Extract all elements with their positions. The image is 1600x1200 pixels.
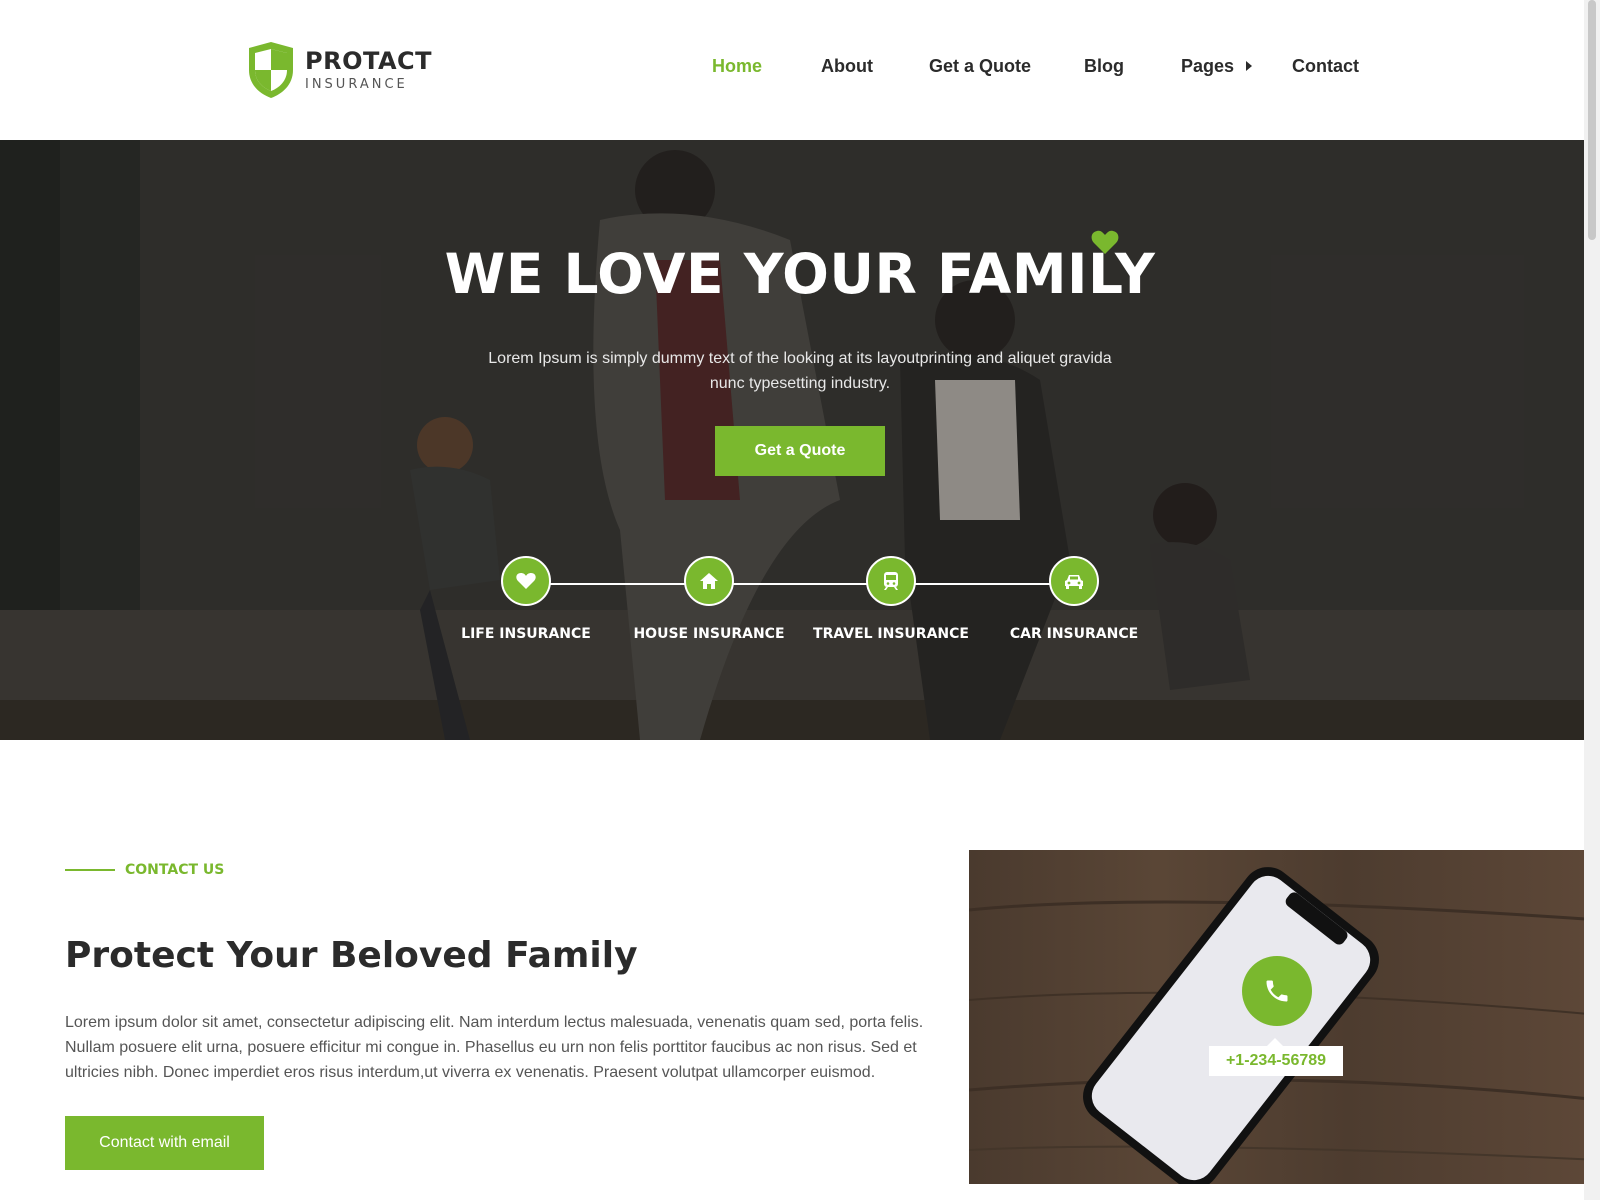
insurance-label: HOUSE INSURANCE xyxy=(633,626,785,642)
insurance-label: LIFE INSURANCE xyxy=(461,626,591,642)
contact-title: Protect Your Beloved Family xyxy=(65,935,638,976)
section-tag-text: CONTACT US xyxy=(125,862,225,878)
hero-section: WE LOVE YOUR FAMILY Lorem Ipsum is simpl… xyxy=(0,140,1600,740)
insurance-item-travel[interactable]: TRAVEL INSURANCE xyxy=(801,556,981,642)
insurance-item-life[interactable]: LIFE INSURANCE xyxy=(436,556,616,642)
page-scrollbar[interactable] xyxy=(1584,0,1600,1200)
insurance-item-car[interactable]: CAR INSURANCE xyxy=(984,556,1164,642)
nav-item-home[interactable]: Home xyxy=(712,56,762,77)
house-insurance-badge xyxy=(684,556,734,606)
call-button[interactable] xyxy=(1242,956,1312,1026)
train-icon xyxy=(884,572,898,590)
insurance-label: TRAVEL INSURANCE xyxy=(813,626,969,642)
hero-description: Lorem Ipsum is simply dummy text of the … xyxy=(488,350,1112,392)
main-nav: Home About Get a Quote Blog Pages Contac… xyxy=(0,0,1600,140)
nav-item-pages[interactable]: Pages xyxy=(1181,56,1253,77)
car-icon xyxy=(1065,575,1083,589)
section-tag: CONTACT US xyxy=(65,862,224,878)
get-a-quote-button[interactable]: Get a Quote xyxy=(715,426,885,476)
nav-item-blog[interactable]: Blog xyxy=(1084,56,1124,77)
nav-item-pages-label: Pages xyxy=(1181,56,1235,76)
insurance-label: CAR INSURANCE xyxy=(1009,626,1139,642)
travel-insurance-badge xyxy=(866,556,916,606)
life-insurance-badge xyxy=(501,556,551,606)
contact-description: Lorem ipsum dolor sit amet, consectetur … xyxy=(65,1014,924,1081)
car-insurance-badge xyxy=(1049,556,1099,606)
nav-item-get-a-quote[interactable]: Get a Quote xyxy=(929,56,1031,77)
hero-title: WE LOVE YOUR FAMILY xyxy=(444,242,1156,306)
scrollbar-thumb[interactable] xyxy=(1588,0,1596,240)
phone-number[interactable]: +1-234-56789 xyxy=(1209,1038,1343,1076)
caret-right-icon xyxy=(1246,61,1253,71)
house-icon xyxy=(700,573,718,589)
tag-divider xyxy=(65,869,115,871)
heart-icon xyxy=(516,573,536,589)
contact-email-button[interactable]: Contact with email xyxy=(65,1116,264,1170)
insurance-item-house[interactable]: HOUSE INSURANCE xyxy=(619,556,799,642)
phone-icon xyxy=(1266,980,1288,1002)
heart-icon xyxy=(1091,230,1119,254)
site-header: PROTACT INSURANCE Home About Get a Quote… xyxy=(0,0,1600,140)
nav-item-contact[interactable]: Contact xyxy=(1292,56,1359,77)
nav-item-about[interactable]: About xyxy=(821,56,873,77)
